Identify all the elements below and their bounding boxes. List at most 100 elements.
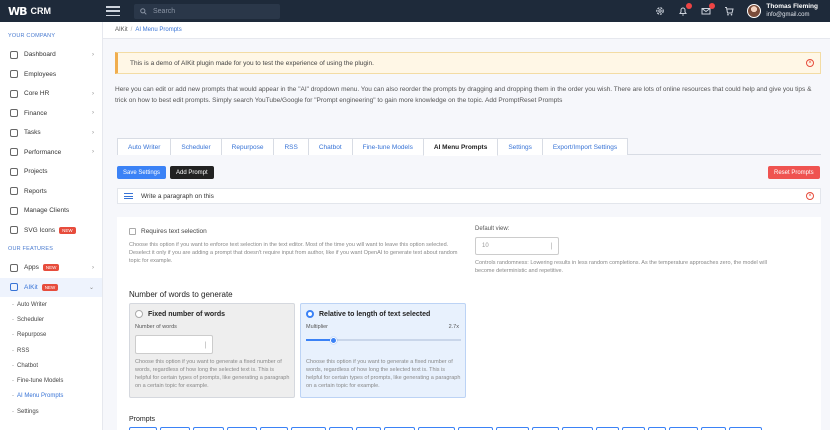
sidebar-item-dashboard[interactable]: Dashboard › <box>0 45 102 65</box>
search-input[interactable]: Search <box>134 3 280 19</box>
tab-scheduler[interactable]: Scheduler <box>170 138 222 155</box>
chevron-right-icon: › <box>92 90 94 97</box>
sidebar-item-projects[interactable]: Projects <box>0 162 102 182</box>
sidebar-item-label: Reports <box>24 187 47 195</box>
sidebar-item-aikit[interactable]: AIKit NEW ⌄ <box>0 277 102 297</box>
tab-rss[interactable]: RSS <box>273 138 309 155</box>
sidebar-item-finance[interactable]: Finance › <box>0 104 102 124</box>
performance-icon <box>10 148 18 157</box>
user-email: info@gmail.com <box>766 12 810 18</box>
delete-prompt-icon[interactable]: × <box>806 192 814 200</box>
relative-length-radio[interactable] <box>306 310 314 318</box>
logo[interactable]: WB CRM <box>0 5 100 18</box>
tab-chatbot[interactable]: Chatbot <box>307 138 353 155</box>
chevron-right-icon: › <box>92 110 94 117</box>
tasks-icon <box>10 128 18 137</box>
breadcrumb: AIKit / AI Menu Prompts <box>103 22 830 39</box>
sidebar-item-label: SVG Icons <box>24 226 56 234</box>
chevron-right-icon: › <box>92 149 94 156</box>
sidebar-item-apps[interactable]: Apps NEW › <box>0 258 102 278</box>
sidebar-item-tasks[interactable]: Tasks › <box>0 123 102 143</box>
cart-icon[interactable] <box>724 6 734 16</box>
sidebar-subitem-auto-writer[interactable]: Auto Writer <box>0 297 102 312</box>
sidebar-subitem-chatbot[interactable]: Chatbot <box>0 358 102 373</box>
gear-icon[interactable] <box>655 6 665 16</box>
relative-length-option[interactable]: Relative to length of text selected Mult… <box>300 303 466 398</box>
tab-auto-writer[interactable]: Auto Writer <box>117 138 172 155</box>
sidebar-item-label: Employees <box>24 70 57 78</box>
stepper-icon[interactable] <box>205 341 209 348</box>
sidebar-item-label: AIKit <box>24 283 38 291</box>
prompt-settings-panel: Requires text selection Choose this opti… <box>117 217 821 430</box>
fixed-words-option[interactable]: Fixed number of words Number of words Ch… <box>129 303 295 398</box>
tab-fine-tune-models[interactable]: Fine-tune Models <box>351 138 424 155</box>
sidebar-item-label: Tasks <box>24 129 41 137</box>
reset-prompts-button[interactable]: Reset Prompts <box>768 166 820 179</box>
notice-close-icon[interactable]: × <box>806 59 814 67</box>
requires-selection-help: Choose this option if you want to enforc… <box>129 242 458 264</box>
menu-toggle-icon[interactable] <box>106 6 120 16</box>
drag-handle-icon[interactable] <box>124 193 133 199</box>
sidebar-item-manage-clients[interactable]: Manage Clients <box>0 201 102 221</box>
stepper-icon[interactable] <box>551 242 555 250</box>
relative-length-label: Relative to length of text selected <box>319 310 431 318</box>
default-view-value: 10 <box>482 243 489 249</box>
requires-selection-label: Requires text selection <box>141 228 207 235</box>
sidebar-item-label: Performance <box>24 148 62 156</box>
search-icon <box>140 7 147 15</box>
dashboard-icon <box>10 50 18 59</box>
default-view-input[interactable]: 10 <box>475 237 559 255</box>
top-bar: WB CRM Search Thomas Fleming info@gmail.… <box>0 0 830 22</box>
intro-text: Here you can edit or add new prompts tha… <box>115 86 812 104</box>
new-badge: NEW <box>42 264 60 272</box>
requires-selection-checkbox[interactable] <box>129 228 136 235</box>
requires-selection-option[interactable]: Requires text selection <box>129 228 207 235</box>
multiplier-label: Multiplier <box>306 324 329 330</box>
sidebar-subitem-settings[interactable]: Settings <box>0 404 102 419</box>
prompts-title: Prompts <box>129 416 156 423</box>
sidebar-item-employees[interactable]: Employees <box>0 65 102 85</box>
multiplier-slider-handle[interactable] <box>330 336 338 344</box>
user-menu[interactable]: Thomas Fleming info@gmail.com <box>747 3 818 19</box>
mail-dot <box>709 3 716 9</box>
fixed-words-radio[interactable] <box>135 310 143 318</box>
breadcrumb-current: AI Menu Prompts <box>135 27 182 33</box>
notification-dot <box>686 3 693 9</box>
prompt-title: Write a paragraph on this <box>141 192 214 200</box>
logo-text: CRM <box>30 6 52 16</box>
sidebar-item-svg-icons[interactable]: SVG Icons NEW <box>0 221 102 241</box>
tab-export-import-settings[interactable]: Export/Import Settings <box>541 138 629 155</box>
notification-bell-icon[interactable] <box>678 3 693 16</box>
sidebar-item-label: Dashboard <box>24 51 56 59</box>
chevron-right-icon: › <box>92 129 94 136</box>
multiplier-slider[interactable] <box>306 336 461 344</box>
sidebar-item-core-hr[interactable]: Core HR › <box>0 84 102 104</box>
add-prompt-button[interactable]: Add Prompt <box>170 166 214 179</box>
prompt-item[interactable]: Write a paragraph on this × <box>117 188 821 204</box>
projects-icon <box>10 167 18 176</box>
sidebar-item-reports[interactable]: Reports <box>0 182 102 202</box>
avatar <box>747 4 762 18</box>
demo-notice-text: This is a demo of AIKit plugin made for … <box>130 59 374 67</box>
save-settings-button[interactable]: Save Settings <box>117 166 167 179</box>
sidebar-subitem-repurpose[interactable]: Repurpose <box>0 328 102 343</box>
sidebar-section-features: OUR FEATURES <box>8 246 54 252</box>
tab-repurpose[interactable]: Repurpose <box>220 138 275 155</box>
sidebar-item-performance[interactable]: Performance › <box>0 143 102 163</box>
breadcrumb-root[interactable]: AIKit <box>115 27 128 33</box>
default-view-help: Controls randomness: Lowering results in… <box>475 260 767 274</box>
sidebar-subitem-ai-menu-prompts[interactable]: AI Menu Prompts <box>0 389 102 404</box>
sidebar-subitem-scheduler[interactable]: Scheduler <box>0 312 102 327</box>
tab-ai-menu-prompts[interactable]: AI Menu Prompts <box>422 138 499 156</box>
tab-settings[interactable]: Settings <box>497 138 543 155</box>
words-section-title: Number of words to generate <box>129 290 233 299</box>
sidebar-subitem-rss[interactable]: RSS <box>0 343 102 358</box>
core-hr-icon <box>10 89 18 98</box>
sidebar-subitem-fine-tune-models[interactable]: Fine-tune Models <box>0 373 102 388</box>
relative-length-help: Choose this option if you want to genera… <box>306 359 461 389</box>
mail-icon[interactable] <box>701 3 716 16</box>
new-badge: NEW <box>41 283 59 291</box>
breadcrumb-separator: / <box>130 27 133 33</box>
number-of-words-input[interactable] <box>135 335 213 354</box>
sidebar-item-label: Projects <box>24 168 48 176</box>
